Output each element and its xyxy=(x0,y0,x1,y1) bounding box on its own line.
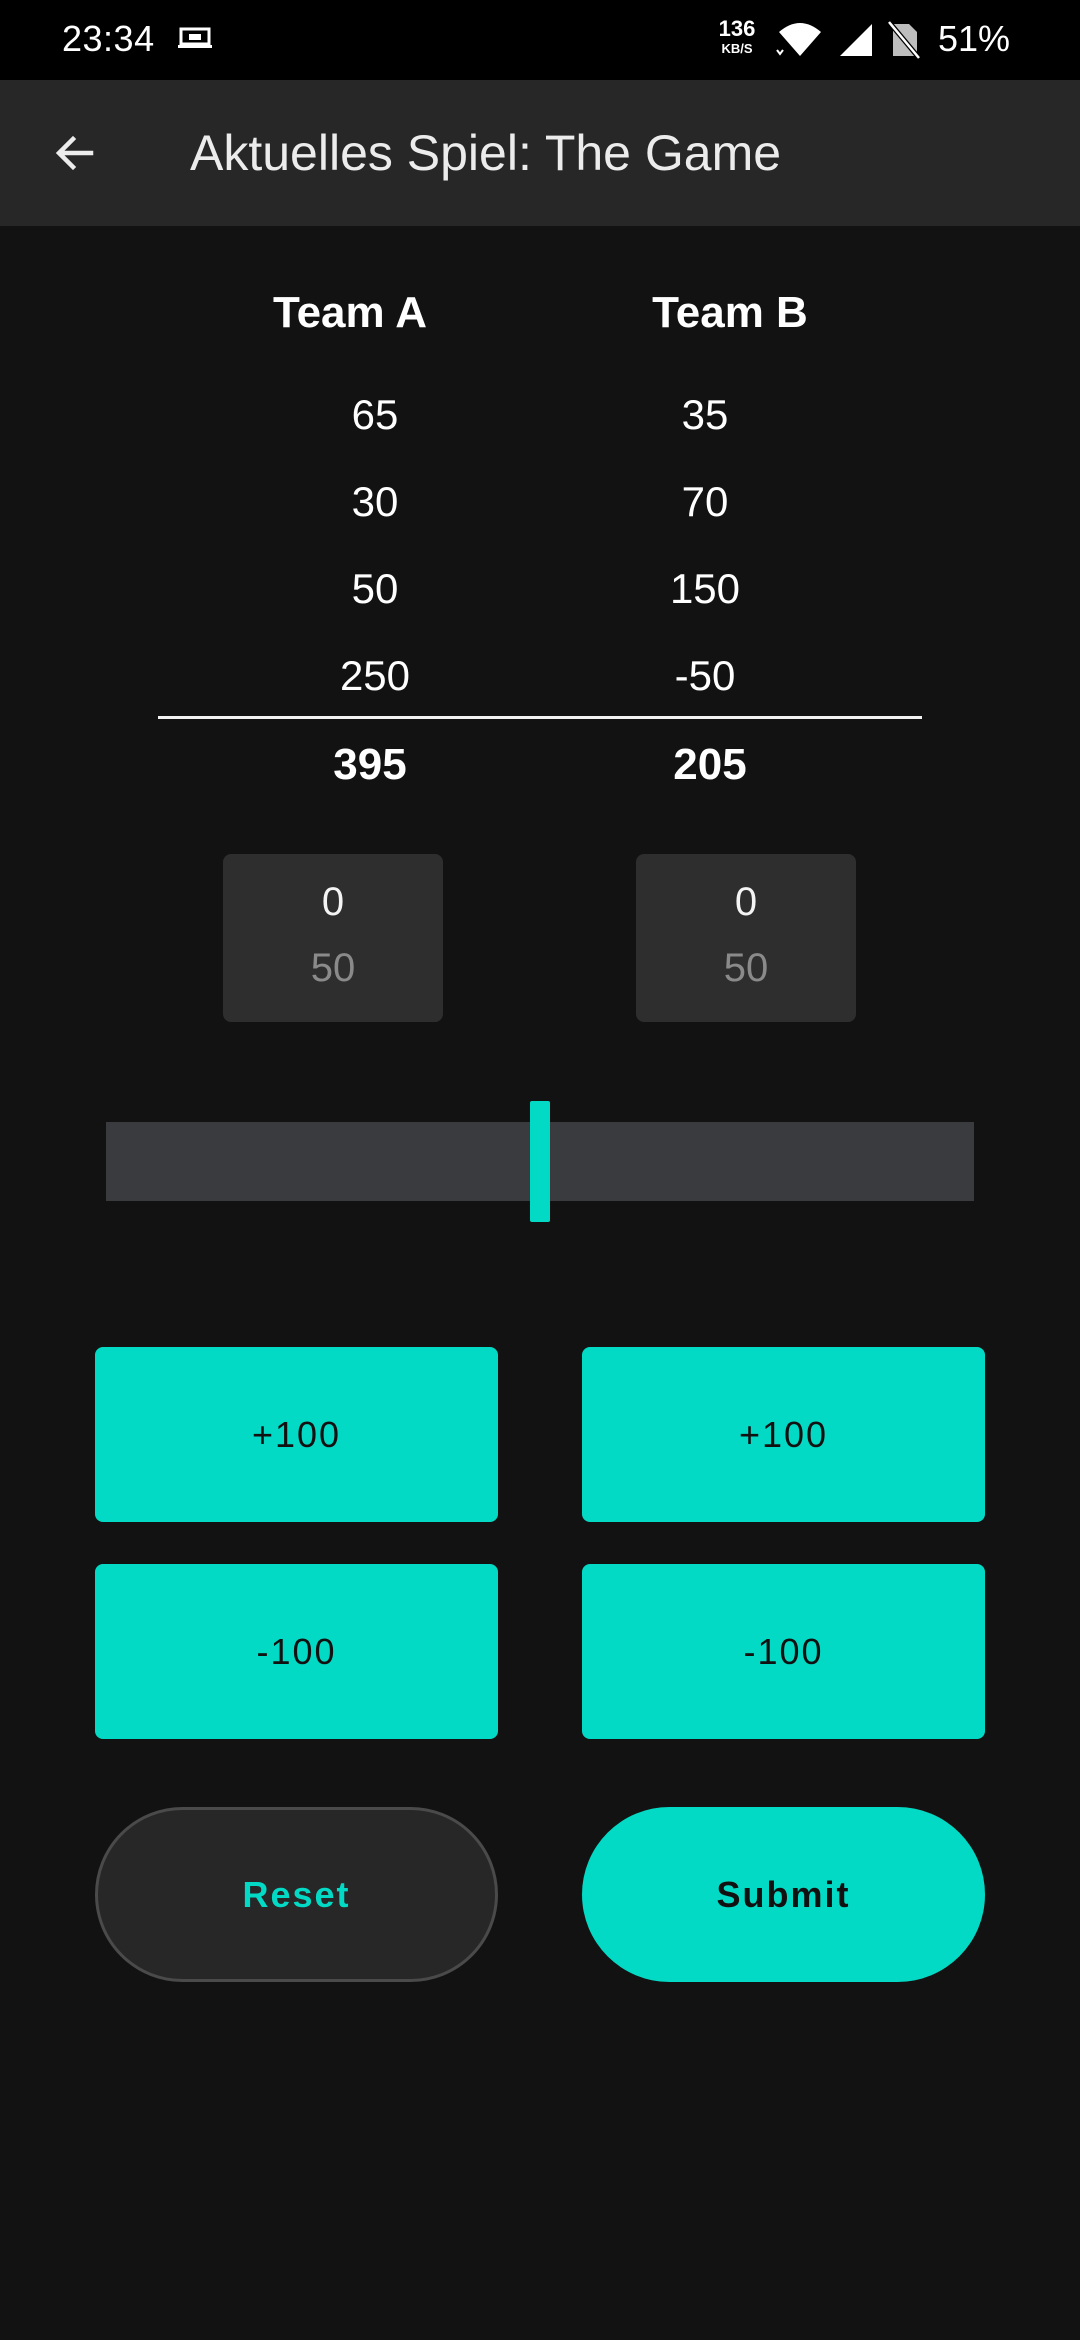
picker-next-value[interactable]: 50 xyxy=(636,946,856,991)
picker-next-value[interactable]: 50 xyxy=(223,946,443,991)
team-a-round-score: 250 xyxy=(339,652,411,699)
team-a-score-list: 65 30 50 250 xyxy=(275,385,475,733)
battery-level: 51% xyxy=(938,18,1011,59)
totals-divider xyxy=(158,716,922,719)
submit-button[interactable]: Submit xyxy=(582,1807,985,1982)
status-time: 23:34 xyxy=(62,18,155,59)
team-b-score-list: 35 70 150 -50 xyxy=(605,385,805,733)
slider-thumb[interactable] xyxy=(530,1101,550,1222)
no-sim-icon xyxy=(887,20,921,60)
cell-signal-icon xyxy=(840,24,872,56)
team-a-header: Team A xyxy=(272,288,428,337)
arrow-back-icon xyxy=(55,135,94,171)
reset-button[interactable]: Reset xyxy=(95,1807,498,1982)
team-a-round-score: 50 xyxy=(351,565,399,612)
team-a-plus-100-button[interactable]: +100 xyxy=(95,1347,498,1522)
team-b-round-score: 35 xyxy=(681,391,729,438)
team-b-round-score: -50 xyxy=(674,652,736,699)
team-a-round-score: 30 xyxy=(351,478,399,525)
status-bar: 23:34 136 KB/S 51% xyxy=(0,0,1080,80)
picker-current-value: 0 xyxy=(734,880,758,924)
team-a-total: 395 xyxy=(333,740,407,789)
team-b-points-picker[interactable]: 0 50 xyxy=(636,854,856,1022)
network-speed-value: 136 xyxy=(718,16,756,41)
screen-share-icon xyxy=(178,27,212,48)
team-a-round-score: 65 xyxy=(351,391,399,438)
wifi-icon xyxy=(776,23,821,56)
team-b-total: 205 xyxy=(673,740,747,789)
team-b-round-score: 70 xyxy=(681,478,729,525)
picker-current-value: 0 xyxy=(321,880,345,924)
network-speed-unit: KB/S xyxy=(721,41,753,56)
team-b-round-score: 150 xyxy=(669,565,741,612)
team-a-minus-100-button[interactable]: -100 xyxy=(95,1564,498,1739)
page-title: Aktuelles Spiel: The Game xyxy=(190,125,782,181)
team-b-minus-100-button[interactable]: -100 xyxy=(582,1564,985,1739)
app-bar: Aktuelles Spiel: The Game xyxy=(0,80,1080,226)
team-b-plus-100-button[interactable]: +100 xyxy=(582,1347,985,1522)
network-speed: 136 KB/S xyxy=(712,16,762,56)
back-button[interactable] xyxy=(40,118,110,188)
team-a-points-picker[interactable]: 0 50 xyxy=(223,854,443,1022)
team-b-header: Team B xyxy=(652,288,808,337)
